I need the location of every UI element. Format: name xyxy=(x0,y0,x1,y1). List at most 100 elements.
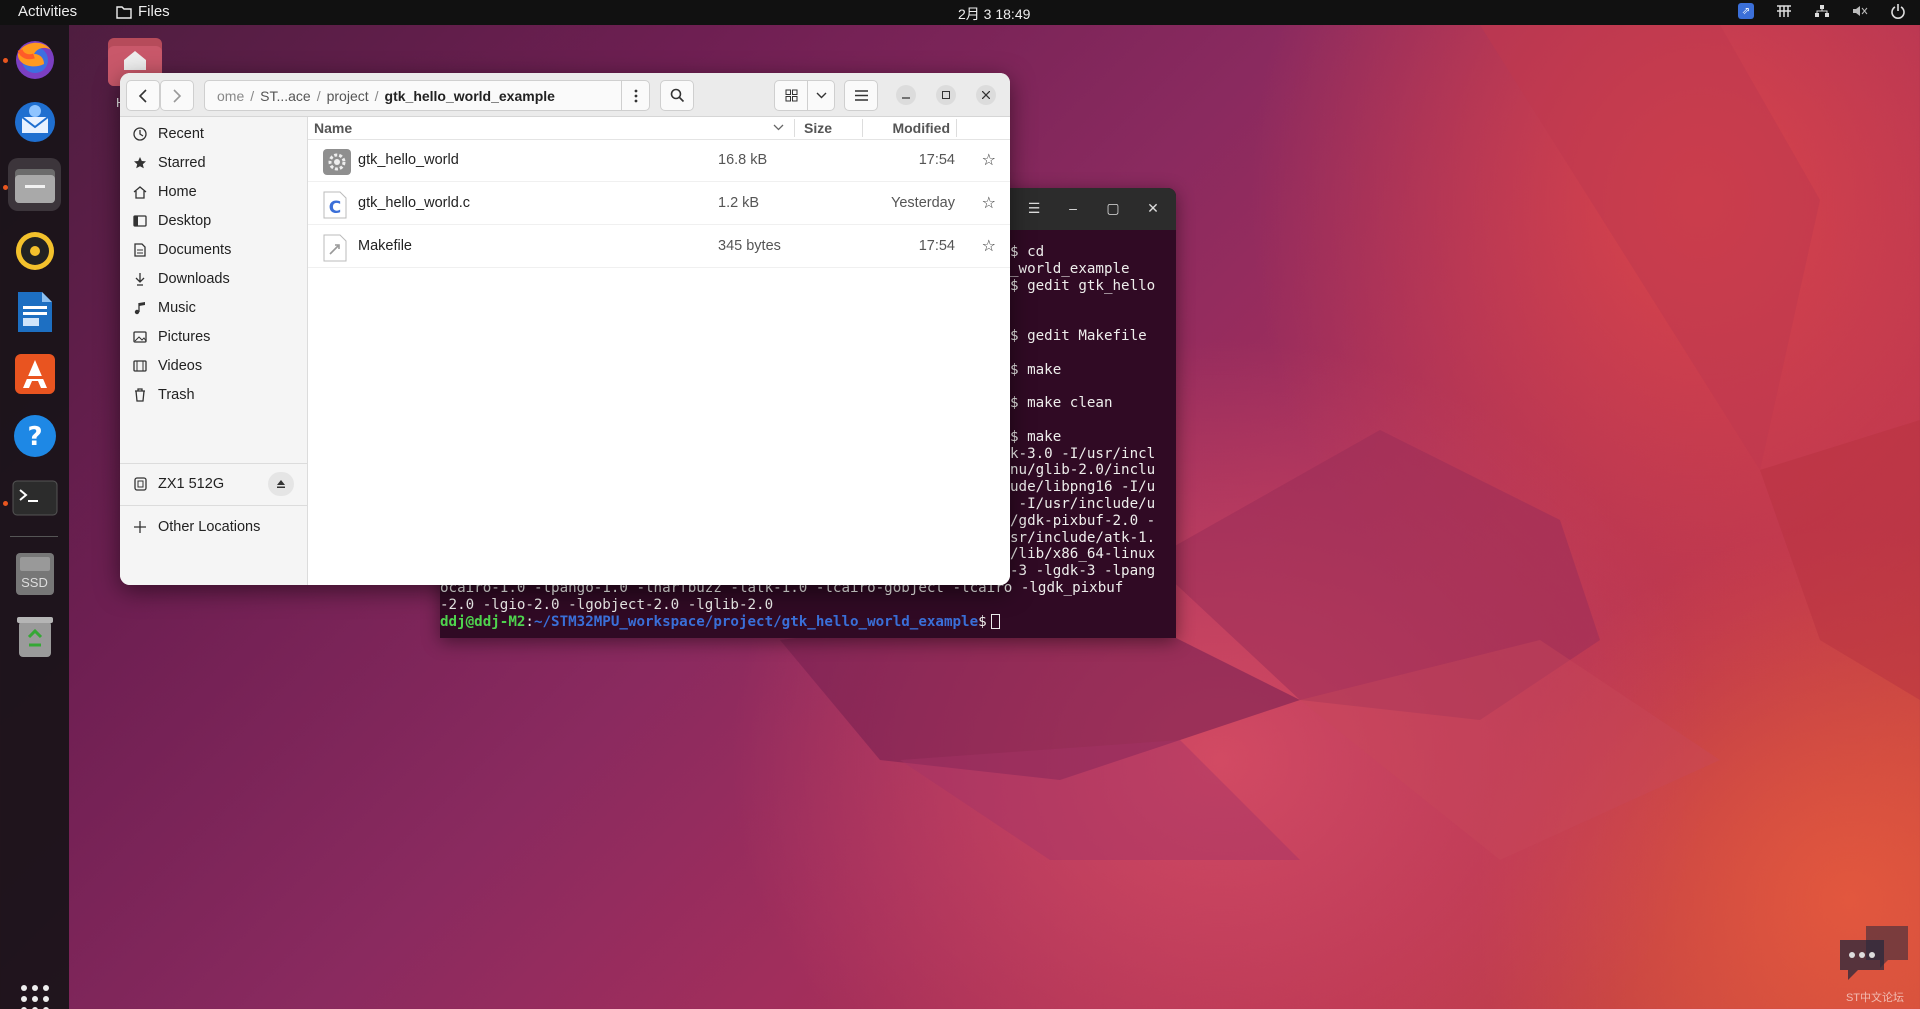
column-header-name[interactable]: Name xyxy=(314,117,792,139)
minimize-button[interactable] xyxy=(896,85,916,105)
terminal-minimize-button[interactable]: – xyxy=(1062,200,1084,220)
terminal-text: $ gedit Makefile xyxy=(1010,327,1147,344)
volume-muted-icon[interactable] xyxy=(1852,3,1868,19)
star-icon[interactable]: ☆ xyxy=(982,150,996,170)
table-row[interactable]: Makefile 345 bytes 17:54 ☆ xyxy=(308,226,1010,268)
column-header-label: Name xyxy=(314,120,353,136)
search-icon xyxy=(670,88,684,103)
sidebar-item-music[interactable]: Music xyxy=(120,293,308,323)
libreoffice-writer-icon[interactable] xyxy=(8,285,61,338)
terminal-text: k-3.0 -I/usr/incl xyxy=(1010,445,1156,462)
watermark-text: ST中文论坛 xyxy=(1845,992,1905,1004)
thunderbird-icon[interactable] xyxy=(8,95,61,148)
dock-separator xyxy=(10,536,58,537)
help-icon[interactable]: ? xyxy=(8,409,61,462)
terminal-text: -2.0 -lgio-2.0 -lgobject-2.0 -lglib-2.0 xyxy=(440,596,774,613)
eject-button[interactable] xyxy=(268,472,294,496)
sidebar-item-recent[interactable]: Recent xyxy=(120,119,308,149)
video-icon xyxy=(132,358,148,374)
chevron-down-icon xyxy=(816,92,826,99)
terminal-text: /lib/x86_64-linux xyxy=(1010,546,1156,563)
back-button[interactable] xyxy=(126,80,160,111)
rhythmbox-icon[interactable] xyxy=(8,224,61,277)
app-name: Files xyxy=(138,3,170,20)
clock-icon xyxy=(132,126,148,142)
path-menu-button[interactable] xyxy=(621,81,649,110)
file-name: Makefile xyxy=(358,238,412,254)
grid-icon xyxy=(785,89,797,102)
vertical-dots-icon xyxy=(634,89,637,102)
breadcrumb-item[interactable]: ST...ace xyxy=(254,88,317,104)
chevron-right-icon xyxy=(173,88,182,103)
terminal-icon[interactable] xyxy=(8,471,61,524)
terminal-maximize-button[interactable]: ▢ xyxy=(1102,200,1124,220)
sidebar-item-trash[interactable]: Trash xyxy=(120,380,308,410)
terminal-text: nu/glib-2.0/inclu xyxy=(1010,462,1156,479)
terminal-close-button[interactable]: ✕ xyxy=(1142,200,1164,220)
home-icon xyxy=(132,184,148,200)
clock[interactable]: 2月 3 18:49 xyxy=(958,4,1030,24)
table-row[interactable]: gtk_hello_world 16.8 kB 17:54 ☆ xyxy=(308,140,1010,182)
input-method-icon[interactable] xyxy=(1776,3,1792,19)
file-size: 1.2 kB xyxy=(718,195,760,211)
main-menu-button[interactable] xyxy=(844,80,878,111)
system-tray[interactable]: ⇗ xyxy=(1738,3,1906,19)
activities-button[interactable]: Activities xyxy=(18,3,77,20)
breadcrumb-item[interactable]: project xyxy=(321,88,375,104)
firefox-icon[interactable] xyxy=(8,32,61,85)
sidebar-item-videos[interactable]: Videos xyxy=(120,351,308,381)
files-icon[interactable] xyxy=(8,158,61,211)
app-menu[interactable]: Files xyxy=(116,3,170,20)
terminal-text: /gdk-pixbuf-2.0 - xyxy=(1010,512,1156,529)
sidebar-item-label: Other Locations xyxy=(158,519,261,535)
column-divider xyxy=(794,119,795,137)
star-icon[interactable]: ☆ xyxy=(982,236,996,256)
prompt-symbol: $ xyxy=(978,613,987,630)
sidebar-item-documents[interactable]: Documents xyxy=(120,235,308,265)
breadcrumb[interactable]: ome / ST...ace / project / gtk_hello_wor… xyxy=(204,80,650,111)
sidebar-item-desktop[interactable]: Desktop xyxy=(120,206,308,236)
network-icon[interactable] xyxy=(1814,3,1830,19)
sidebar-item-label: Downloads xyxy=(158,271,230,287)
forward-button[interactable] xyxy=(160,80,194,111)
svg-text:C: C xyxy=(329,198,341,218)
show-apps-icon[interactable] xyxy=(8,972,61,1009)
grid-view-button[interactable] xyxy=(774,80,808,111)
breadcrumb-item[interactable]: ome xyxy=(211,88,250,104)
search-button[interactable] xyxy=(660,80,694,111)
sidebar-item-label: Trash xyxy=(158,387,195,403)
table-row[interactable]: C gtk_hello_world.c 1.2 kB Yesterday ☆ xyxy=(308,183,1010,225)
app-center-icon[interactable] xyxy=(8,347,61,400)
ssd-drive-icon[interactable]: SSD xyxy=(8,547,61,600)
column-header-size[interactable]: Size xyxy=(796,117,851,139)
file-modified: 17:54 xyxy=(918,152,955,168)
sidebar-item-label: Desktop xyxy=(158,213,212,229)
plus-icon xyxy=(132,519,148,535)
terminal-text: $ cd xyxy=(1010,244,1045,260)
breadcrumb-current[interactable]: gtk_hello_world_example xyxy=(379,88,561,104)
files-window: ome / ST...ace / project / gtk_hello_wor… xyxy=(120,73,1010,585)
sidebar-item-pictures[interactable]: Pictures xyxy=(120,322,308,352)
star-icon xyxy=(132,155,148,171)
sidebar-item-downloads[interactable]: Downloads xyxy=(120,264,308,294)
close-button[interactable] xyxy=(976,85,996,105)
sidebar-item-label: ZX1 512G xyxy=(158,476,225,492)
sidebar-item-label: Documents xyxy=(158,242,232,258)
terminal-text: sr/include/atk-1. xyxy=(1010,529,1156,546)
star-icon[interactable]: ☆ xyxy=(982,193,996,213)
terminal-menu-button[interactable]: ☰ xyxy=(1023,200,1045,220)
sidebar-item-home[interactable]: Home xyxy=(120,177,308,207)
trash-icon[interactable] xyxy=(8,610,61,663)
terminal-text: -I/usr/include/u xyxy=(1010,495,1156,512)
sidebar-item-starred[interactable]: Starred xyxy=(120,148,308,178)
sidebar: Trash Videos Pictures Music Downloads Documen… xyxy=(120,117,308,585)
sidebar-item-other-locations[interactable]: Other Locations xyxy=(120,512,308,542)
maximize-button[interactable] xyxy=(936,85,956,105)
power-icon[interactable] xyxy=(1890,3,1906,19)
screen-share-icon[interactable]: ⇗ xyxy=(1738,3,1754,19)
sidebar-item-drive[interactable]: ZX1 512G xyxy=(120,469,308,499)
terminal-prompt[interactable]: ddj@ddj-M2:~/STM32MPU_workspace/project/… xyxy=(440,613,1176,631)
column-header-modified[interactable]: Modified xyxy=(864,117,950,139)
terminal-text: _world_example xyxy=(1010,260,1130,277)
view-options-button[interactable] xyxy=(807,80,835,111)
